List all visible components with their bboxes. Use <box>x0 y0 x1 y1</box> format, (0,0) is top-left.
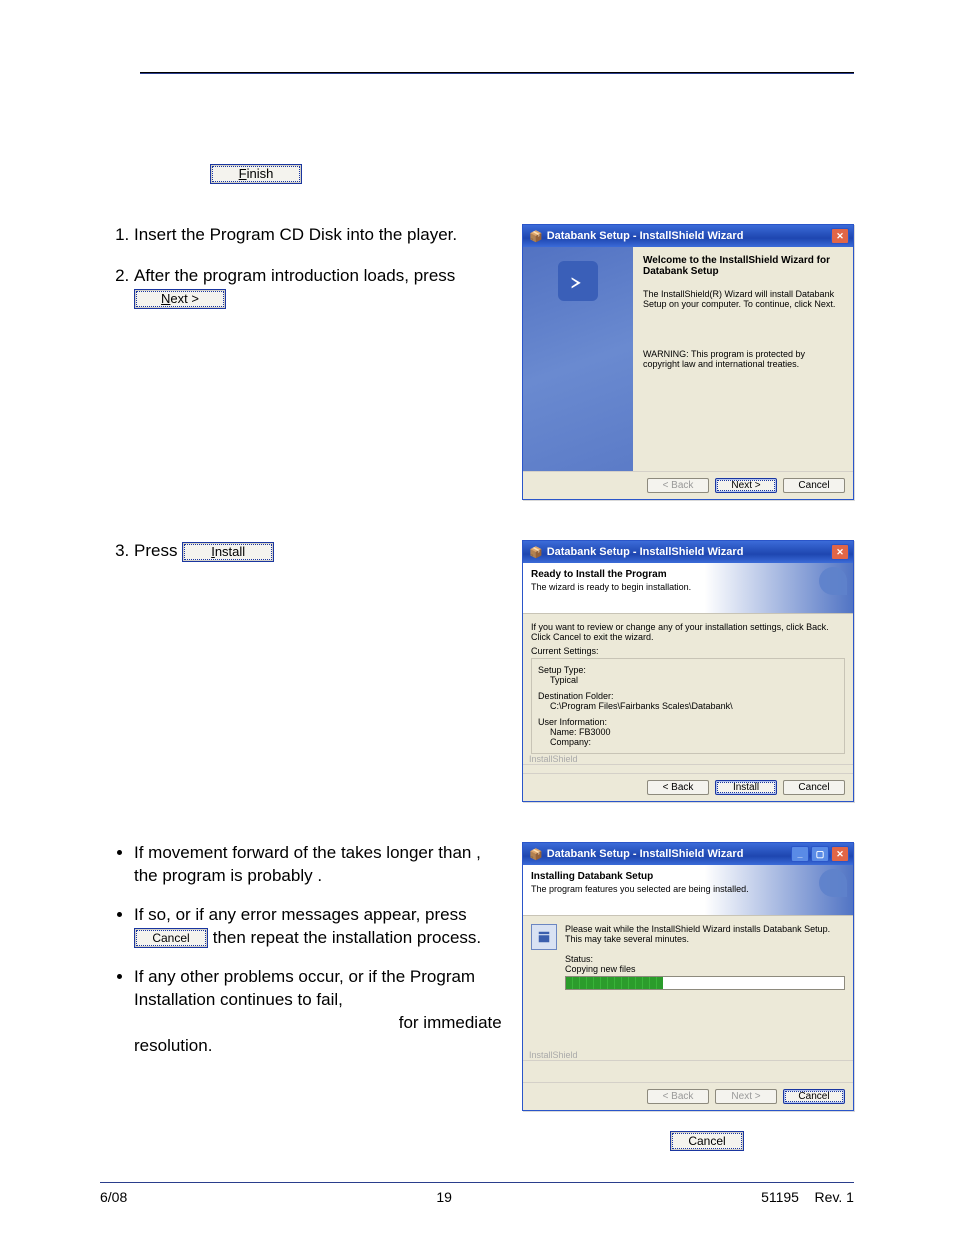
bullet-2: If so, or if any error messages appear, … <box>134 904 504 950</box>
dialog-ready-install: 📦 Databank Setup - InstallShield Wizard … <box>522 540 854 802</box>
setup-icon <box>531 924 557 950</box>
dest-folder-value: C:\Program Files\Fairbanks Scales\Databa… <box>538 701 838 711</box>
wizard-back-button[interactable]: < Back <box>647 780 709 795</box>
wizard-next-button[interactable]: Next > <box>715 478 777 493</box>
installing-heading: Installing Databank Setup <box>531 871 845 882</box>
welcome-heading: Welcome to the InstallShield Wizard for … <box>643 255 843 277</box>
wizard-cancel-button[interactable]: Cancel <box>783 478 845 493</box>
ready-line1: If you want to review or change any of y… <box>531 622 845 642</box>
wizard-next-button: Next > <box>715 1089 777 1104</box>
next-button-inline[interactable]: Next > <box>134 289 226 309</box>
minimize-icon[interactable]: _ <box>791 846 809 862</box>
dialog-title: Databank Setup - InstallShield Wizard <box>547 546 744 558</box>
welcome-body1: The InstallShield(R) Wizard will install… <box>643 289 843 309</box>
installing-sub: The program features you selected are be… <box>531 884 845 894</box>
installshield-label: InstallShield <box>523 1050 853 1061</box>
installer-banner-icon <box>819 567 847 595</box>
setup-type-value: Typical <box>538 675 838 685</box>
current-settings-label: Current Settings: <box>531 646 845 656</box>
progress-bar <box>565 976 845 990</box>
installer-icon: 📦 <box>529 546 543 559</box>
wizard-cancel-button[interactable]: Cancel <box>783 780 845 795</box>
bullet-1: If movement forward of the takes longer … <box>134 842 504 888</box>
setup-type-label: Setup Type: <box>538 665 838 675</box>
welcome-body2: WARNING: This program is protected by co… <box>643 349 843 369</box>
close-icon[interactable]: ✕ <box>831 846 849 862</box>
finish-button[interactable]: Finish <box>210 164 302 184</box>
dialog-title: Databank Setup - InstallShield Wizard <box>547 230 744 242</box>
installer-banner-icon <box>819 869 847 897</box>
ready-heading: Ready to Install the Program <box>531 569 845 580</box>
user-info-label: User Information: <box>538 717 838 727</box>
dest-folder-label: Destination Folder: <box>538 691 838 701</box>
user-name-value: Name: FB3000 <box>538 727 838 737</box>
status-value: Copying new files <box>565 964 845 974</box>
close-icon[interactable]: ✕ <box>831 228 849 244</box>
page-footer: 6/08 19 51195 Rev. 1 <box>100 1182 854 1205</box>
wizard-install-button[interactable]: Install <box>715 780 777 795</box>
installer-icon: 📦 <box>529 848 543 861</box>
wizard-cancel-button[interactable]: Cancel <box>783 1089 845 1104</box>
installshield-label: InstallShield <box>523 754 853 765</box>
cancel-button-standalone[interactable]: Cancel <box>670 1131 744 1151</box>
header-rule <box>140 72 854 74</box>
footer-rev: Rev. 1 <box>815 1189 854 1205</box>
maximize-icon[interactable]: ▢ <box>811 846 829 862</box>
installer-icon: 📦 <box>529 230 543 243</box>
close-icon[interactable]: ✕ <box>831 544 849 560</box>
wizard-side-banner <box>523 247 633 471</box>
dialog-welcome: 📦 Databank Setup - InstallShield Wizard … <box>522 224 854 500</box>
footer-date: 6/08 <box>100 1189 127 1205</box>
step-3: Press Install <box>134 540 494 563</box>
wizard-back-button: < Back <box>647 1089 709 1104</box>
dialog-title: Databank Setup - InstallShield Wizard <box>547 848 744 860</box>
installing-line1: Please wait while the InstallShield Wiza… <box>565 924 845 944</box>
dialog-installing: 📦 Databank Setup - InstallShield Wizard … <box>522 842 854 1111</box>
cancel-button-inline[interactable]: Cancel <box>134 928 208 948</box>
user-company-value: Company: <box>538 737 838 747</box>
footer-page: 19 <box>436 1189 452 1205</box>
finish-label: inish <box>247 166 274 181</box>
install-button-inline[interactable]: Install <box>182 542 274 562</box>
status-label: Status: <box>565 954 845 964</box>
wizard-back-button: < Back <box>647 478 709 493</box>
footer-docnum: 51195 <box>761 1189 799 1205</box>
ready-sub: The wizard is ready to begin installatio… <box>531 582 845 592</box>
bullet-3: If any other problems occur, or if the P… <box>134 966 504 1058</box>
step-2: After the program introduction loads, pr… <box>134 265 494 311</box>
step-1: Insert the Program CD Disk into the play… <box>134 224 494 247</box>
